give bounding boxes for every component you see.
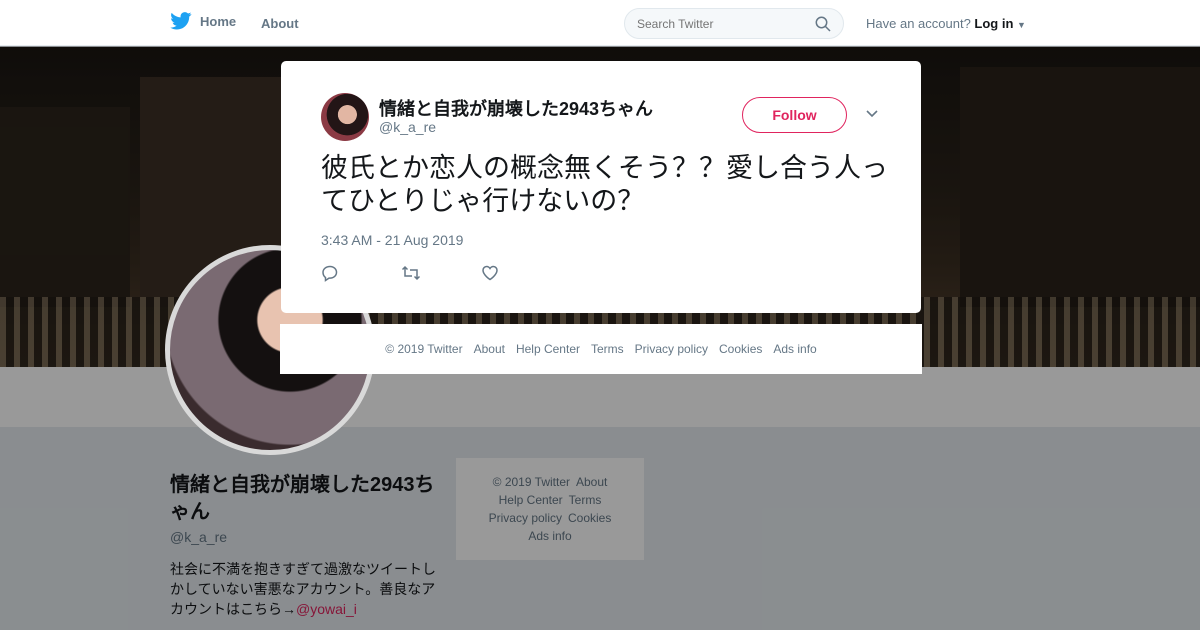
- have-account-text: Have an account?: [866, 16, 971, 31]
- modal-footer-ads[interactable]: Ads info: [773, 342, 816, 356]
- nav-home-label: Home: [200, 13, 237, 29]
- tweet-timestamp[interactable]: 3:43 AM - 21 Aug 2019: [321, 232, 463, 248]
- tweet-author-avatar[interactable]: [321, 93, 369, 141]
- retweet-button[interactable]: [401, 264, 481, 284]
- tweet-modal: 情緒と自我が崩壊した2943ちゃん @k_a_re Follow 彼氏とか恋人の…: [281, 61, 921, 313]
- tweet-author-name[interactable]: 情緒と自我が崩壊した2943ちゃん: [379, 95, 653, 121]
- modal-footer-help[interactable]: Help Center: [516, 342, 580, 356]
- close-icon[interactable]: ✕: [1154, 9, 1179, 39]
- account-prompt: Have an account? Log in ▼: [866, 16, 1026, 31]
- follow-button[interactable]: Follow: [742, 97, 847, 133]
- modal-footer-privacy[interactable]: Privacy policy: [635, 342, 708, 356]
- chevron-down-icon[interactable]: [865, 107, 879, 121]
- like-button[interactable]: [481, 264, 561, 284]
- retweet-icon: [401, 265, 421, 281]
- login-link[interactable]: Log in: [974, 16, 1013, 31]
- heart-icon: [482, 265, 498, 281]
- twitter-bird-icon: [170, 12, 192, 30]
- nav-about-link[interactable]: About: [261, 16, 299, 31]
- modal-footer-terms[interactable]: Terms: [591, 342, 624, 356]
- reply-button[interactable]: [321, 264, 401, 284]
- modal-footer-copyright: © 2019 Twitter: [385, 342, 463, 356]
- nav-home-link[interactable]: Home: [170, 12, 236, 30]
- search-box[interactable]: [624, 8, 844, 39]
- modal-footer-cookies[interactable]: Cookies: [719, 342, 762, 356]
- reply-icon: [322, 265, 338, 282]
- search-icon[interactable]: [815, 16, 831, 32]
- tweet-text: 彼氏とか恋人の概念無くそう？？愛し合う人ってひとりじゃ行けないの？: [321, 153, 888, 216]
- search-input[interactable]: [637, 16, 797, 31]
- top-nav: Home About Have an account? Log in ▼: [0, 0, 1200, 46]
- tweet-actions: [321, 264, 561, 284]
- modal-footer-about[interactable]: About: [474, 342, 505, 356]
- caret-down-icon[interactable]: ▼: [1017, 20, 1026, 30]
- modal-footer: © 2019 Twitter About Help Center Terms P…: [280, 324, 922, 374]
- tweet-author-handle[interactable]: @k_a_re: [379, 119, 436, 135]
